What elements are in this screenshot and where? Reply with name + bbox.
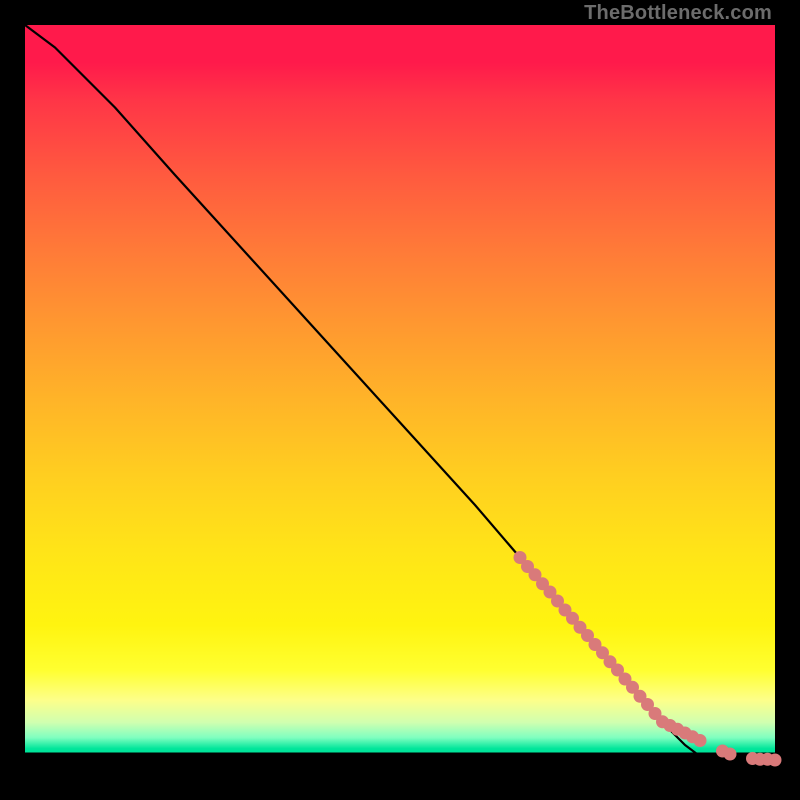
bottleneck-curve — [25, 25, 775, 760]
watermark-text: TheBottleneck.com — [584, 2, 772, 25]
chart-svg — [25, 25, 775, 775]
data-point — [694, 734, 707, 747]
data-points-group — [514, 551, 782, 767]
chart-frame: TheBottleneck.com — [0, 0, 800, 800]
data-point — [769, 754, 782, 767]
data-point — [724, 748, 737, 761]
